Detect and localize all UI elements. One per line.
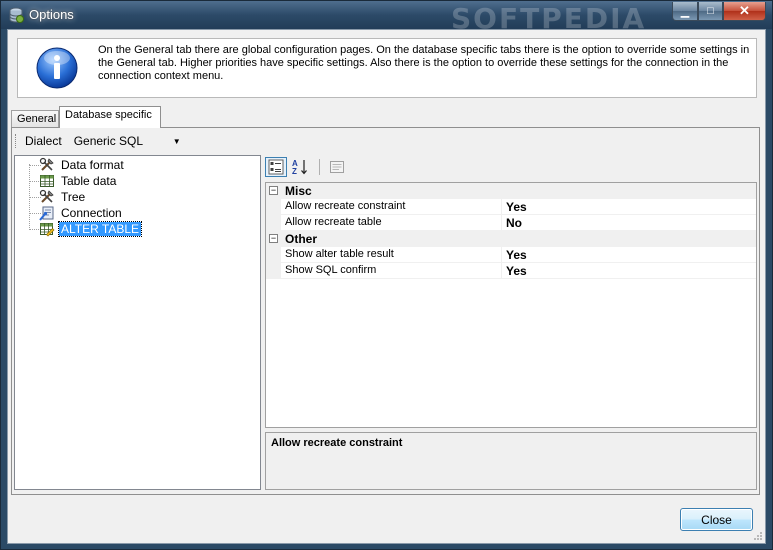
options-window: Options SOFTPEDIA ▁ □ ✕ On the General t…: [0, 0, 773, 550]
table-icon: [40, 175, 54, 187]
maximize-button[interactable]: □: [698, 2, 723, 21]
tree-item-label: Tree: [61, 190, 86, 204]
description-title: Allow recreate constraint: [271, 437, 403, 449]
dialect-toolbar: Dialect Generic SQL ▼: [15, 131, 185, 151]
settings-tree[interactable]: Data format Table data Tree Connection A…: [14, 155, 261, 490]
row-gutter: [266, 199, 281, 215]
property-value[interactable]: Yes: [506, 248, 527, 262]
tab-database-specific[interactable]: Database specific: [59, 106, 161, 128]
property-value[interactable]: Yes: [506, 264, 527, 278]
tools-icon: [39, 157, 54, 171]
property-name: Allow recreate table: [285, 216, 382, 228]
window-title: Options: [29, 7, 74, 22]
minimize-button[interactable]: ▁: [672, 2, 698, 21]
tree-item-label: ALTER TABLE: [57, 221, 143, 237]
property-row-allow-recreate-table[interactable]: Allow recreate table No: [266, 215, 756, 231]
info-panel: On the General tab there are global conf…: [17, 38, 757, 98]
property-name: Allow recreate constraint: [285, 200, 406, 212]
property-row-allow-recreate-constraint[interactable]: Allow recreate constraint Yes: [266, 199, 756, 215]
sort-az-icon: A Z: [292, 159, 307, 176]
column-splitter[interactable]: [501, 199, 502, 215]
category-other[interactable]: − Other: [266, 231, 756, 247]
collapse-icon[interactable]: −: [269, 234, 278, 243]
row-gutter: [266, 263, 281, 279]
tab-general[interactable]: General: [11, 110, 59, 128]
property-row-show-sql-confirm[interactable]: Show SQL confirm Yes: [266, 263, 756, 279]
property-grid-toolbar: A Z: [265, 156, 350, 178]
toolbar-separator: [319, 159, 320, 175]
property-name: Show SQL confirm: [285, 264, 377, 276]
database-icon: [9, 7, 24, 23]
caption-buttons: ▁ □ ✕: [672, 2, 766, 22]
chevron-down-icon: ▼: [172, 136, 181, 146]
tree-item-label: Table data: [61, 174, 117, 188]
categorized-view-button[interactable]: [265, 157, 287, 177]
info-text: On the General tab there are global conf…: [98, 44, 750, 82]
column-splitter[interactable]: [501, 263, 502, 279]
tools-icon: [39, 189, 54, 203]
dialect-label: Dialect: [25, 134, 62, 148]
property-pages-icon: [330, 161, 344, 173]
column-splitter[interactable]: [501, 247, 502, 263]
property-value[interactable]: No: [506, 216, 522, 230]
column-splitter[interactable]: [501, 215, 502, 231]
svg-text:Z: Z: [292, 167, 297, 176]
tree-item-label: Connection: [61, 206, 122, 220]
tab-panel-database-specific: Dialect Generic SQL ▼ Data format Table …: [11, 127, 760, 495]
property-grid[interactable]: − Misc Allow recreate constraint Yes All…: [265, 182, 757, 428]
dialog-client-area: On the General tab there are global conf…: [7, 29, 766, 544]
category-label: Other: [285, 232, 318, 246]
info-icon: [36, 47, 78, 89]
tree-item-label: Data format: [61, 158, 124, 172]
dialect-value: Generic SQL: [73, 134, 144, 148]
close-window-button[interactable]: ✕: [723, 2, 766, 21]
alter-table-icon: [40, 223, 55, 237]
toolbar-grip[interactable]: [15, 134, 19, 148]
row-gutter: [266, 247, 281, 263]
property-value[interactable]: Yes: [506, 200, 527, 214]
category-label: Misc: [285, 184, 312, 198]
collapse-icon[interactable]: −: [269, 186, 278, 195]
property-description-panel: Allow recreate constraint: [265, 432, 757, 490]
close-button[interactable]: Close: [680, 508, 753, 531]
property-pages-button[interactable]: [326, 157, 348, 177]
row-gutter: [266, 215, 281, 231]
title-bar[interactable]: Options SOFTPEDIA ▁ □ ✕: [1, 1, 772, 35]
category-misc[interactable]: − Misc: [266, 183, 756, 199]
categorized-icon: [268, 159, 284, 175]
connection-icon: [39, 206, 54, 221]
resize-grip-icon[interactable]: [753, 531, 763, 541]
property-name: Show alter table result: [285, 248, 394, 260]
alphabetical-view-button[interactable]: A Z: [289, 157, 311, 177]
property-row-show-alter-table-result[interactable]: Show alter table result Yes: [266, 247, 756, 263]
dialect-dropdown[interactable]: Generic SQL ▼: [70, 132, 185, 150]
